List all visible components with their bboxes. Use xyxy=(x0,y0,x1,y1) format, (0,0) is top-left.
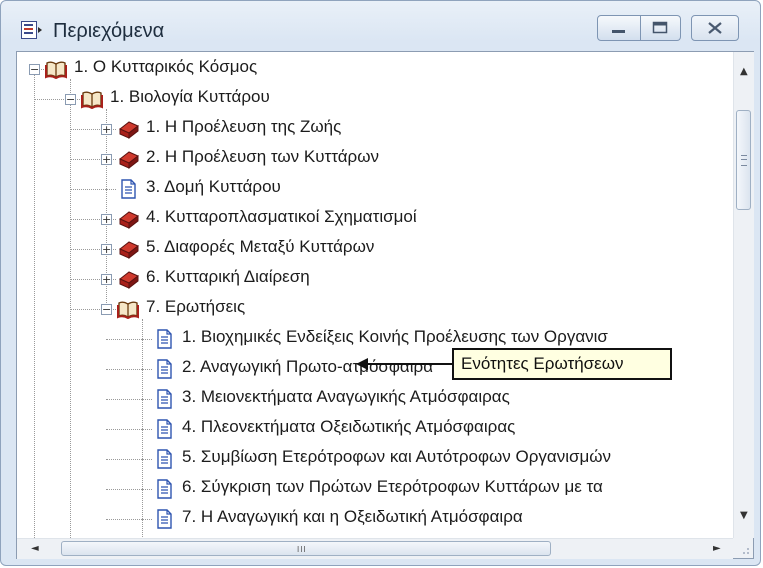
contents-icon xyxy=(21,21,42,39)
tree-node[interactable]: − 1. Βιολογία Κυττάρου xyxy=(17,84,733,114)
open-book-icon xyxy=(117,301,139,319)
tree-node-label[interactable]: 1. Ο Κυτταρικός Κόσμος xyxy=(74,57,257,77)
expand-toggle-icon[interactable]: + xyxy=(101,124,112,135)
horizontal-scroll-thumb[interactable]: III xyxy=(61,541,551,556)
expand-toggle-icon[interactable]: + xyxy=(101,154,112,165)
page-icon xyxy=(157,479,172,499)
window-title: Περιεχόμενα xyxy=(53,20,165,42)
annotation-callout: Ενότητες Ερωτήσεων xyxy=(452,348,672,380)
page-icon xyxy=(157,389,172,409)
expand-toggle-icon[interactable]: + xyxy=(101,244,112,255)
scroll-grip: III xyxy=(297,545,307,554)
callout-arrow-line xyxy=(367,363,452,365)
resize-grip-icon[interactable] xyxy=(733,538,753,558)
vertical-scroll-thumb[interactable] xyxy=(736,110,751,210)
page-icon xyxy=(121,179,136,199)
tree-node[interactable]: 5. Συμβίωση Ετερότροφων και Αυτότροφων Ο… xyxy=(17,444,733,474)
tree-node-label[interactable]: 6. Κυτταρική Διαίρεση xyxy=(146,267,310,287)
tree-node-label[interactable]: 4. Κυτταροπλασματικοί Σχηματισμοί xyxy=(146,207,417,227)
closed-book-icon xyxy=(119,241,139,259)
tree-node[interactable]: +2. Η Προέλευση των Κυττάρων xyxy=(17,144,733,174)
closed-book-icon xyxy=(119,271,139,289)
scroll-left-arrow-icon[interactable]: ◄ xyxy=(31,543,39,554)
callout-text: Ενότητες Ερωτήσεων xyxy=(461,354,624,373)
collapse-toggle-icon[interactable]: − xyxy=(29,64,40,75)
closed-book-icon xyxy=(119,121,139,139)
tree-view[interactable]: − 1. Ο Κυτταρικός Κόσμος − 1. Βιολογία Κυττ… xyxy=(17,52,733,538)
vertical-scrollbar[interactable]: ▲ ▼ xyxy=(733,52,754,538)
maximize-icon xyxy=(652,21,668,34)
tree-node[interactable]: − 1. Ο Κυτταρικός Κόσμος xyxy=(17,54,733,84)
tree-node[interactable]: +6. Κυτταρική Διαίρεση xyxy=(17,264,733,294)
page-icon xyxy=(157,419,172,439)
collapse-toggle-icon[interactable]: − xyxy=(101,304,112,315)
scroll-up-arrow-icon[interactable]: ▲ xyxy=(740,66,748,77)
close-icon xyxy=(708,22,722,34)
tree-node[interactable]: 3. Μειονεκτήματα Αναγωγικής Ατμόσφαιρας xyxy=(17,384,733,414)
callout-arrow-icon xyxy=(356,358,368,370)
tree-node-label[interactable]: 2. Η Προέλευση των Κυττάρων xyxy=(146,147,379,167)
horizontal-scrollbar[interactable]: ◄ III ► xyxy=(17,538,733,559)
closed-book-icon xyxy=(119,151,139,169)
tree-node[interactable]: 6. Σύγκριση των Πρώτων Ετερότροφων Κυττά… xyxy=(17,474,733,504)
closed-book-icon xyxy=(119,211,139,229)
tree-node-label[interactable]: 1. Βιοχημικές Ενδείξεις Κοινής Προέλευση… xyxy=(182,327,608,347)
minimize-button[interactable] xyxy=(597,15,641,41)
tree-node[interactable]: 3. Δομή Κυττάρου xyxy=(17,174,733,204)
page-icon xyxy=(157,509,172,529)
tree-node[interactable]: +5. Διαφορές Μεταξύ Κυττάρων xyxy=(17,234,733,264)
close-button[interactable] xyxy=(691,15,739,41)
tree-node-label[interactable]: 7. Η Αναγωγική και η Οξειδωτική Ατμόσφαι… xyxy=(182,507,523,527)
open-book-icon xyxy=(45,61,67,79)
page-icon xyxy=(157,449,172,469)
tree-node-label[interactable]: 6. Σύγκριση των Πρώτων Ετερότροφων Κυττά… xyxy=(182,477,603,497)
tree-node-label[interactable]: 1. Βιολογία Κυττάρου xyxy=(110,87,270,107)
tree-node[interactable]: +4. Κυτταροπλασματικοί Σχηματισμοί xyxy=(17,204,733,234)
expand-toggle-icon[interactable]: + xyxy=(101,214,112,225)
minimize-icon xyxy=(612,30,625,33)
title-bar[interactable]: Περιεχόμενα xyxy=(1,1,760,53)
tree-node-label[interactable]: 5. Διαφορές Μεταξύ Κυττάρων xyxy=(146,237,374,257)
page-icon xyxy=(157,359,172,379)
expand-toggle-icon[interactable]: + xyxy=(101,274,112,285)
collapse-toggle-icon[interactable]: − xyxy=(65,94,76,105)
tree-node-label[interactable]: 3. Μειονεκτήματα Αναγωγικής Ατμόσφαιρας xyxy=(182,387,510,407)
scroll-down-arrow-icon[interactable]: ▼ xyxy=(740,510,748,521)
contents-tree[interactable]: − 1. Ο Κυτταρικός Κόσμος − 1. Βιολογία Κυττ… xyxy=(16,51,754,559)
contents-window: Περιεχόμενα − 1. Ο Κυτταρικός Κόσμος − 1. Β… xyxy=(0,0,761,566)
tree-node[interactable]: +1. Η Προέλευση της Ζωής xyxy=(17,114,733,144)
tree-node-label[interactable]: 2. Αναγωγική Πρωτο-ατμόσφαιρα xyxy=(182,357,433,377)
maximize-button[interactable] xyxy=(641,15,681,41)
tree-node-label[interactable]: 7. Ερωτήσεις xyxy=(146,297,245,317)
tree-node-label[interactable]: 4. Πλεονεκτήματα Οξειδωτικής Ατμόσφαιρας xyxy=(182,417,515,437)
tree-node[interactable]: − 7. Ερωτήσεις xyxy=(17,294,733,324)
tree-node[interactable]: 4. Πλεονεκτήματα Οξειδωτικής Ατμόσφαιρας xyxy=(17,414,733,444)
open-book-icon xyxy=(81,91,103,109)
tree-node-label[interactable]: 3. Δομή Κυττάρου xyxy=(146,177,281,197)
scroll-grip-icon xyxy=(741,155,747,166)
scroll-right-arrow-icon[interactable]: ► xyxy=(713,543,721,554)
page-icon xyxy=(157,329,172,349)
tree-node-label[interactable]: 1. Η Προέλευση της Ζωής xyxy=(146,117,341,137)
tree-node-label[interactable]: 5. Συμβίωση Ετερότροφων και Αυτότροφων Ο… xyxy=(182,447,611,467)
tree-node[interactable]: 7. Η Αναγωγική και η Οξειδωτική Ατμόσφαι… xyxy=(17,504,733,534)
